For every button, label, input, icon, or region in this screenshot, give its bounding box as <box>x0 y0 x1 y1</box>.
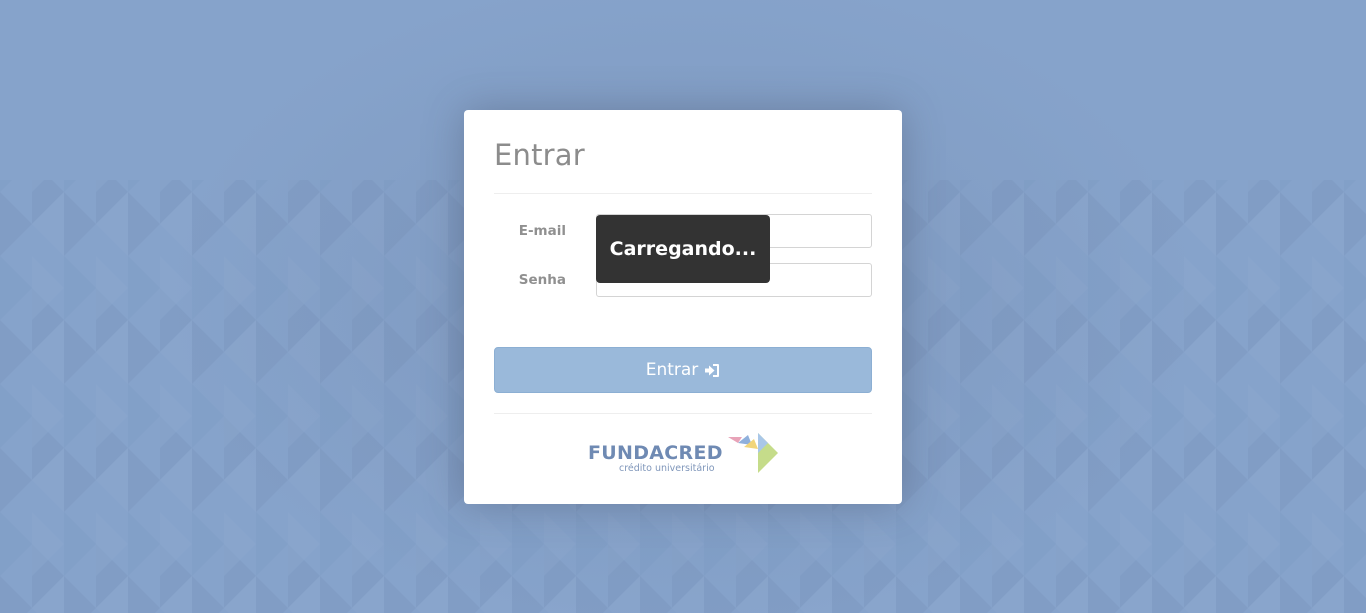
password-label: Senha <box>518 272 566 288</box>
sign-in-icon <box>704 363 720 378</box>
login-submit-button[interactable]: Entrar <box>494 347 872 393</box>
fundacred-logo: FUNDACRED crédito universitário <box>588 433 778 475</box>
loading-overlay: Carregando... <box>596 215 770 283</box>
title-divider <box>494 193 872 194</box>
login-card: Entrar E-mail Senha Entrar FUNDACRED cré… <box>464 110 902 504</box>
footer-divider <box>494 413 872 414</box>
logo-brand-name: FUNDACRED <box>588 442 723 464</box>
logo-tagline: crédito universitário <box>619 463 715 474</box>
logo-mark-icon <box>728 433 778 473</box>
submit-button-label: Entrar <box>645 360 699 380</box>
login-title: Entrar <box>494 138 585 172</box>
email-label: E-mail <box>518 223 566 239</box>
